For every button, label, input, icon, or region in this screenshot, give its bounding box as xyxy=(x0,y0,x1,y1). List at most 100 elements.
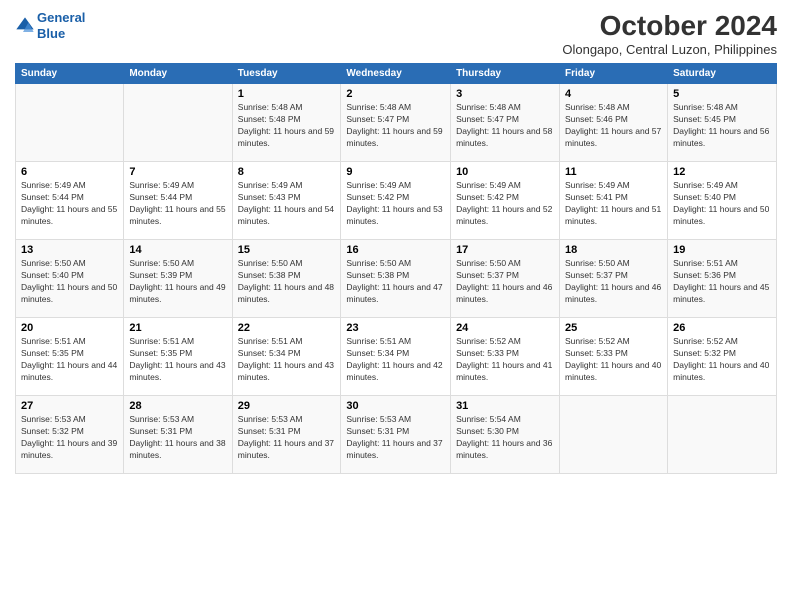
day-cell: 17 Sunrise: 5:50 AMSunset: 5:37 PMDayligh… xyxy=(451,240,560,318)
day-info: Sunrise: 5:48 AMSunset: 5:47 PMDaylight:… xyxy=(456,102,554,150)
calendar-table: SundayMondayTuesdayWednesdayThursdayFrid… xyxy=(15,63,777,474)
day-cell: 28 Sunrise: 5:53 AMSunset: 5:31 PMDayligh… xyxy=(124,396,232,474)
logo-line1: General xyxy=(37,10,85,25)
day-cell: 29Sunrise: 5:53 AMSunset: 5:31 PMDayligh… xyxy=(232,396,341,474)
day-info: Sunrise: 5:49 AMSunset: 5:42 PMDaylight:… xyxy=(346,180,445,228)
header-thursday: Thursday xyxy=(451,64,560,84)
day-cell: 19 Sunrise: 5:51 AMSunset: 5:36 PMDayligh… xyxy=(668,240,777,318)
day-number: 23 xyxy=(346,322,445,334)
week-row-2: 6 Sunrise: 5:49 AMSunset: 5:44 PMDaylight… xyxy=(16,162,777,240)
day-cell: 16 Sunrise: 5:50 AMSunset: 5:38 PMDayligh… xyxy=(341,240,451,318)
day-info: Sunrise: 5:50 AMSunset: 5:37 PMDaylight:… xyxy=(565,258,662,306)
day-cell xyxy=(16,84,124,162)
day-number: 16 xyxy=(346,244,445,256)
day-cell: 10Sunrise: 5:49 AMSunset: 5:42 PMDayligh… xyxy=(451,162,560,240)
day-number: 17 xyxy=(456,244,554,256)
day-cell: 14 Sunrise: 5:50 AMSunset: 5:39 PMDayligh… xyxy=(124,240,232,318)
week-row-5: 27 Sunrise: 5:53 AMSunset: 5:32 PMDayligh… xyxy=(16,396,777,474)
day-number: 2 xyxy=(346,88,445,100)
day-number: 7 xyxy=(129,166,226,178)
header-tuesday: Tuesday xyxy=(232,64,341,84)
week-row-3: 13 Sunrise: 5:50 AMSunset: 5:40 PMDayligh… xyxy=(16,240,777,318)
day-info: Sunrise: 5:49 AMSunset: 5:44 PMDaylight:… xyxy=(21,180,118,228)
day-cell: 24Sunrise: 5:52 AMSunset: 5:33 PMDayligh… xyxy=(451,318,560,396)
day-cell: 12 Sunrise: 5:49 AMSunset: 5:40 PMDayligh… xyxy=(668,162,777,240)
day-info: Sunrise: 5:50 AMSunset: 5:38 PMDaylight:… xyxy=(346,258,445,306)
day-cell: 11 Sunrise: 5:49 AMSunset: 5:41 PMDayligh… xyxy=(560,162,668,240)
day-number: 13 xyxy=(21,244,118,256)
day-cell: 5 Sunrise: 5:48 AMSunset: 5:45 PMDaylight… xyxy=(668,84,777,162)
day-number: 4 xyxy=(565,88,662,100)
day-cell: 25 Sunrise: 5:52 AMSunset: 5:33 PMDayligh… xyxy=(560,318,668,396)
header-row: SundayMondayTuesdayWednesdayThursdayFrid… xyxy=(16,64,777,84)
day-info: Sunrise: 5:53 AMSunset: 5:31 PMDaylight:… xyxy=(346,414,445,462)
day-info: Sunrise: 5:50 AMSunset: 5:39 PMDaylight:… xyxy=(129,258,226,306)
day-number: 21 xyxy=(129,322,226,334)
day-cell xyxy=(124,84,232,162)
day-cell: 9 Sunrise: 5:49 AMSunset: 5:42 PMDaylight… xyxy=(341,162,451,240)
day-number: 6 xyxy=(21,166,118,178)
day-cell: 27 Sunrise: 5:53 AMSunset: 5:32 PMDayligh… xyxy=(16,396,124,474)
logo-line2: Blue xyxy=(37,26,65,41)
page: General Blue October 2024 Olongapo, Cent… xyxy=(0,0,792,612)
day-info: Sunrise: 5:52 AMSunset: 5:32 PMDaylight:… xyxy=(673,336,771,384)
day-info: Sunrise: 5:52 AMSunset: 5:33 PMDaylight:… xyxy=(565,336,662,384)
day-info: Sunrise: 5:50 AMSunset: 5:37 PMDaylight:… xyxy=(456,258,554,306)
day-cell: 15 Sunrise: 5:50 AMSunset: 5:38 PMDayligh… xyxy=(232,240,341,318)
day-number: 12 xyxy=(673,166,771,178)
day-cell: 3Sunrise: 5:48 AMSunset: 5:47 PMDaylight… xyxy=(451,84,560,162)
week-row-4: 20 Sunrise: 5:51 AMSunset: 5:35 PMDayligh… xyxy=(16,318,777,396)
day-cell: 13 Sunrise: 5:50 AMSunset: 5:40 PMDayligh… xyxy=(16,240,124,318)
day-cell: 20Sunrise: 5:51 AMSunset: 5:35 PMDayligh… xyxy=(16,318,124,396)
day-info: Sunrise: 5:53 AMSunset: 5:31 PMDaylight:… xyxy=(129,414,226,462)
day-number: 5 xyxy=(673,88,771,100)
header-saturday: Saturday xyxy=(668,64,777,84)
day-cell: 1Sunrise: 5:48 AMSunset: 5:48 PMDaylight… xyxy=(232,84,341,162)
day-number: 30 xyxy=(346,400,445,412)
day-info: Sunrise: 5:51 AMSunset: 5:34 PMDaylight:… xyxy=(346,336,445,384)
day-number: 28 xyxy=(129,400,226,412)
day-info: Sunrise: 5:51 AMSunset: 5:35 PMDaylight:… xyxy=(129,336,226,384)
day-number: 8 xyxy=(238,166,336,178)
day-number: 29 xyxy=(238,400,336,412)
week-row-1: 1Sunrise: 5:48 AMSunset: 5:48 PMDaylight… xyxy=(16,84,777,162)
day-number: 20 xyxy=(21,322,118,334)
day-number: 26 xyxy=(673,322,771,334)
day-info: Sunrise: 5:53 AMSunset: 5:32 PMDaylight:… xyxy=(21,414,118,462)
day-number: 19 xyxy=(673,244,771,256)
day-cell: 7 Sunrise: 5:49 AMSunset: 5:44 PMDaylight… xyxy=(124,162,232,240)
logo-icon xyxy=(15,16,35,36)
day-cell: 22Sunrise: 5:51 AMSunset: 5:34 PMDayligh… xyxy=(232,318,341,396)
subtitle: Olongapo, Central Luzon, Philippines xyxy=(562,42,777,57)
day-number: 11 xyxy=(565,166,662,178)
header-wednesday: Wednesday xyxy=(341,64,451,84)
day-cell xyxy=(560,396,668,474)
day-number: 1 xyxy=(238,88,336,100)
day-info: Sunrise: 5:50 AMSunset: 5:40 PMDaylight:… xyxy=(21,258,118,306)
day-info: Sunrise: 5:49 AMSunset: 5:44 PMDaylight:… xyxy=(129,180,226,228)
day-number: 25 xyxy=(565,322,662,334)
day-info: Sunrise: 5:49 AMSunset: 5:40 PMDaylight:… xyxy=(673,180,771,228)
day-info: Sunrise: 5:49 AMSunset: 5:43 PMDaylight:… xyxy=(238,180,336,228)
day-cell: 26 Sunrise: 5:52 AMSunset: 5:32 PMDayligh… xyxy=(668,318,777,396)
day-info: Sunrise: 5:54 AMSunset: 5:30 PMDaylight:… xyxy=(456,414,554,462)
day-number: 10 xyxy=(456,166,554,178)
day-info: Sunrise: 5:51 AMSunset: 5:36 PMDaylight:… xyxy=(673,258,771,306)
day-number: 14 xyxy=(129,244,226,256)
day-cell: 2Sunrise: 5:48 AMSunset: 5:47 PMDaylight… xyxy=(341,84,451,162)
logo-text: General Blue xyxy=(37,10,85,41)
day-info: Sunrise: 5:52 AMSunset: 5:33 PMDaylight:… xyxy=(456,336,554,384)
day-number: 15 xyxy=(238,244,336,256)
title-block: October 2024 Olongapo, Central Luzon, Ph… xyxy=(562,10,777,57)
day-info: Sunrise: 5:51 AMSunset: 5:34 PMDaylight:… xyxy=(238,336,336,384)
day-cell: 4Sunrise: 5:48 AMSunset: 5:46 PMDaylight… xyxy=(560,84,668,162)
day-info: Sunrise: 5:50 AMSunset: 5:38 PMDaylight:… xyxy=(238,258,336,306)
logo: General Blue xyxy=(15,10,85,41)
day-cell: 23 Sunrise: 5:51 AMSunset: 5:34 PMDayligh… xyxy=(341,318,451,396)
day-info: Sunrise: 5:48 AMSunset: 5:45 PMDaylight:… xyxy=(673,102,771,150)
day-info: Sunrise: 5:49 AMSunset: 5:41 PMDaylight:… xyxy=(565,180,662,228)
day-cell: 30 Sunrise: 5:53 AMSunset: 5:31 PMDayligh… xyxy=(341,396,451,474)
header-monday: Monday xyxy=(124,64,232,84)
day-number: 27 xyxy=(21,400,118,412)
day-number: 9 xyxy=(346,166,445,178)
